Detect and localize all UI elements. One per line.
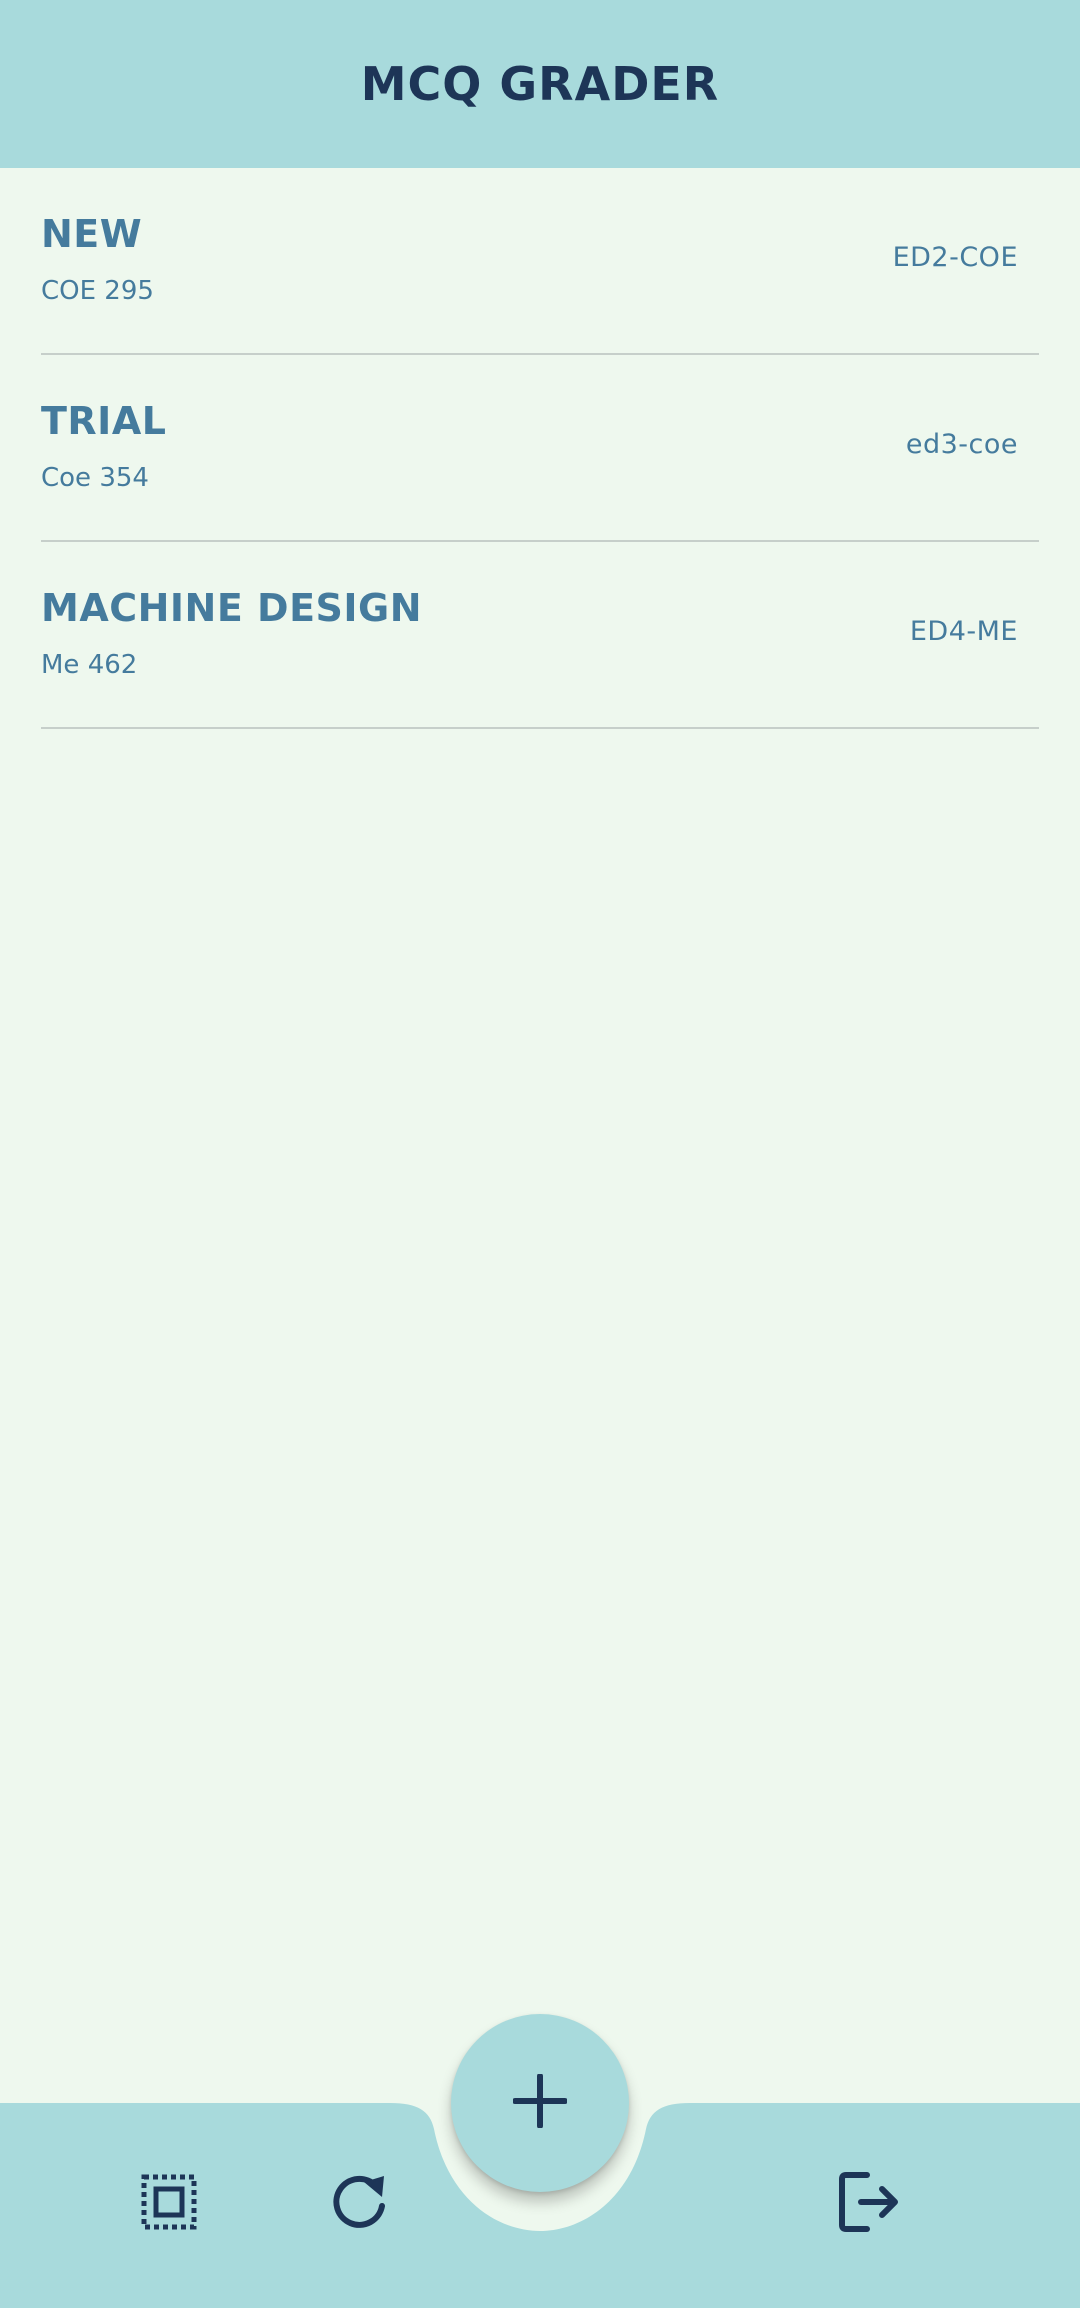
list-item[interactable]: NEW COE 295 ED2-COE [41, 168, 1039, 355]
plus-icon [512, 2073, 568, 2132]
exam-course-code: Me 462 [41, 650, 138, 680]
exam-course-code: Coe 354 [41, 463, 149, 493]
exam-tag: ED2-COE [892, 242, 1018, 273]
exam-list: NEW COE 295 ED2-COE TRIAL Coe 354 ed3-co… [41, 168, 1039, 729]
page-title: MCQ GRADER [360, 57, 720, 111]
refresh-button[interactable] [315, 2159, 405, 2249]
list-item[interactable]: MACHINE DESIGN Me 462 ED4-ME [41, 542, 1039, 729]
app-bar: MCQ GRADER [0, 0, 1080, 168]
exam-tag: ED4-ME [909, 616, 1018, 647]
logout-button[interactable] [824, 2159, 914, 2249]
select-all-button[interactable] [124, 2159, 214, 2249]
exam-title: NEW [41, 212, 143, 256]
exam-title: MACHINE DESIGN [41, 586, 423, 630]
exam-tag: ed3-coe [905, 429, 1018, 460]
add-exam-button[interactable] [451, 2014, 629, 2192]
select-all-icon [139, 2172, 199, 2236]
logout-icon [837, 2170, 901, 2238]
exam-course-code: COE 295 [41, 276, 154, 306]
exam-title: TRIAL [41, 399, 167, 443]
list-item[interactable]: TRIAL Coe 354 ed3-coe [41, 355, 1039, 542]
refresh-icon [330, 2172, 390, 2236]
